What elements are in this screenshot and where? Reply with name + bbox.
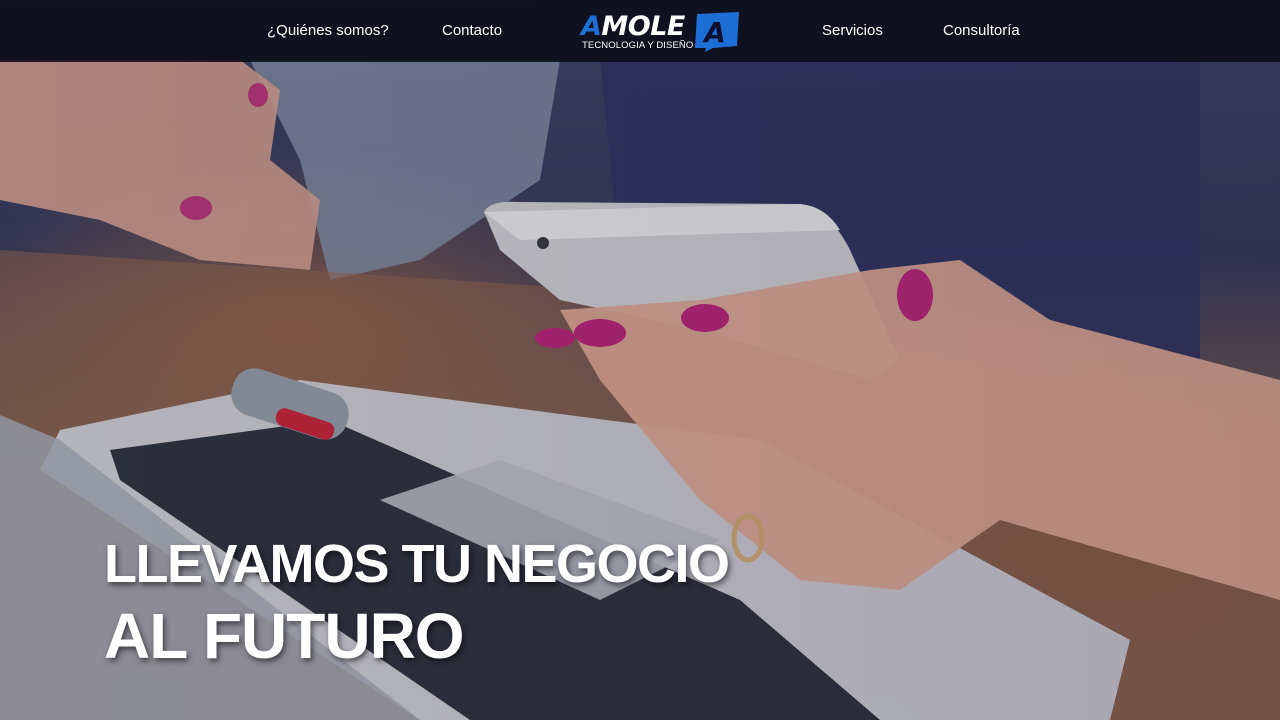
logo-wordmark-initial: A	[581, 11, 602, 42]
logo-badge-letter: A	[702, 16, 726, 49]
brand-logo[interactable]: AMOLE TECNOLOGIA Y DISEÑO A	[581, 12, 741, 54]
logo-badge-icon: A	[695, 12, 739, 52]
hero-headline: LLEVAMOS TU NEGOCIO AL FUTURO	[104, 532, 730, 676]
logo-wordmark: AMOLE	[581, 12, 685, 42]
logo-tagline: TECNOLOGIA Y DISEÑO	[582, 40, 694, 51]
top-navbar: ¿Quiénes somos? Contacto AMOLE TECNOLOGI…	[0, 0, 1280, 62]
nav-link-consulting[interactable]: Consultoría	[943, 21, 1020, 41]
hero-headline-line-2: AL FUTURO	[104, 600, 465, 672]
nav-link-about-us[interactable]: ¿Quiénes somos?	[267, 21, 389, 41]
hero-headline-line-1: LLEVAMOS TU NEGOCIO	[104, 534, 730, 594]
landing-page: ¿Quiénes somos? Contacto AMOLE TECNOLOGI…	[0, 0, 1280, 720]
nav-link-services[interactable]: Servicios	[822, 21, 883, 41]
logo-wordmark-rest: MOLE	[601, 11, 685, 42]
nav-link-contact[interactable]: Contacto	[442, 21, 502, 41]
